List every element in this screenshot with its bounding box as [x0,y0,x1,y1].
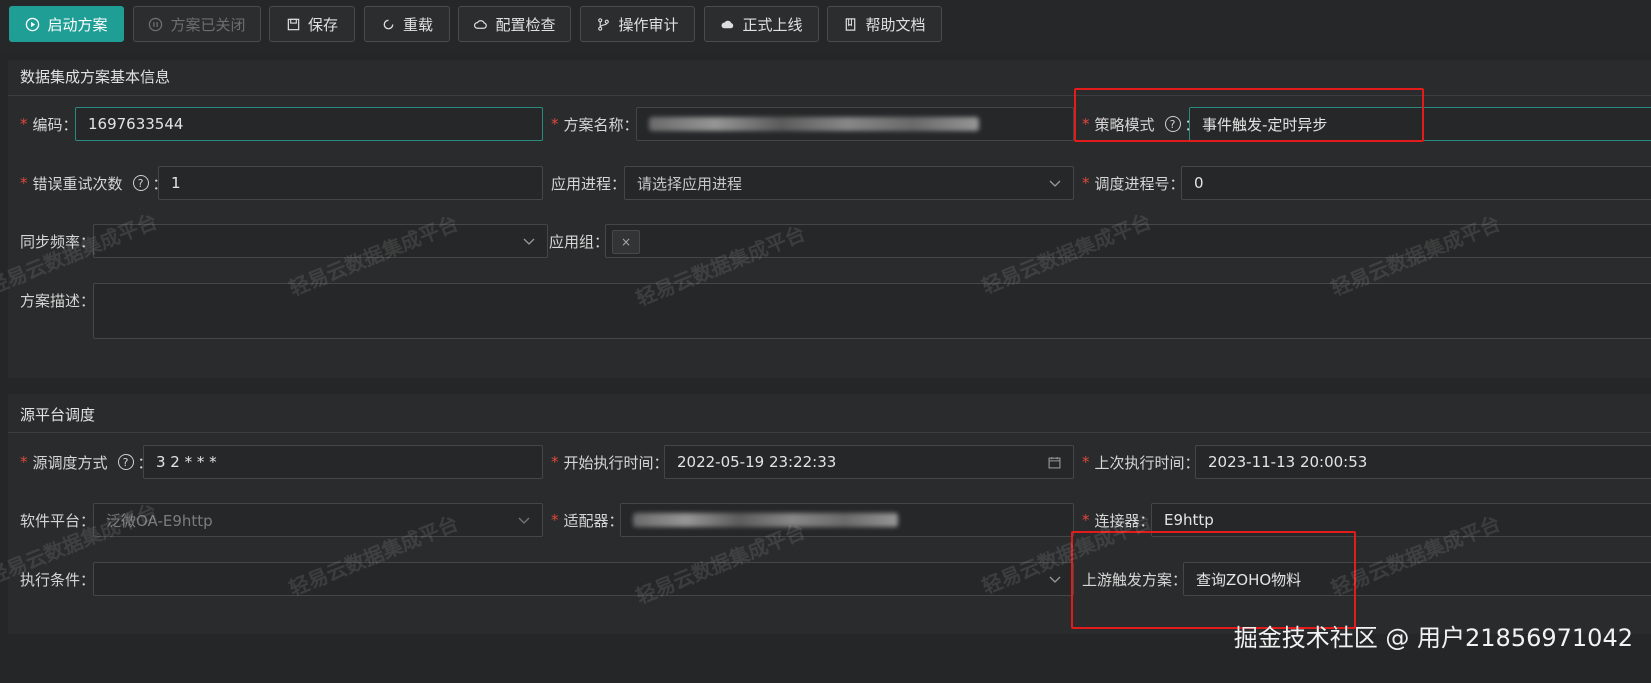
chevron-down-icon [518,517,530,524]
chevron-down-icon [1049,180,1061,187]
start-plan-button[interactable]: 启动方案 [9,6,124,42]
start-time-label: * 开始执行时间： [551,453,669,472]
code-label: * 编码： [20,115,78,134]
desc-label: 方案描述： [20,291,96,310]
plan-name-label: * 方案名称： [551,115,639,134]
save-label: 保存 [307,15,338,34]
code-input[interactable]: 1697633544 [75,107,543,141]
source-method-label: *源调度方式?： [20,445,153,479]
app-group-label: 应用组： [549,232,610,251]
save-icon [287,18,300,30]
schedule-input[interactable]: 0 [1181,166,1651,200]
reload-label: 重载 [402,15,433,34]
help-icon[interactable]: ? [117,454,134,470]
help-doc-button[interactable]: 帮助文档 [827,6,942,42]
schedule-label: * 调度进程号： [1082,174,1185,193]
config-check-button[interactable]: 配置检查 [458,6,571,42]
deploy-button[interactable]: 正式上线 [704,6,819,42]
exec-cond-select[interactable] [93,562,1074,596]
pause-circle-icon [149,17,163,31]
plan-name-input[interactable] [636,107,1074,141]
plan-closed-button[interactable]: 方案已关闭 [133,6,261,42]
app-process-select[interactable]: 请选择应用进程 [624,166,1074,200]
chevron-down-icon [1049,576,1061,583]
help-doc-label: 帮助文档 [865,15,926,34]
app-process-placeholder: 请选择应用进程 [637,174,743,193]
strategy-highlight-box [1074,88,1424,142]
start-plan-label: 启动方案 [47,15,108,34]
corner-watermark: 掘金技术社区 @ 用户21856971042 [1233,624,1633,652]
plan-closed-label: 方案已关闭 [170,15,246,34]
last-time-input[interactable]: 2023-11-13 20:00:53 [1195,445,1651,479]
adapter-redacted [633,513,898,527]
platform-select[interactable]: 泛微OA-E9http [93,503,543,537]
reload-icon [383,19,394,29]
source-schedule-divider [8,432,1651,433]
help-icon[interactable]: ? [132,175,149,191]
desc-textarea[interactable] [93,283,1651,339]
source-method-input[interactable]: 3 2 * * * [143,445,543,479]
start-time-input[interactable]: 2022-05-19 23:22:33 [664,445,1074,479]
calendar-icon[interactable] [1048,456,1061,469]
toolbar: 启动方案 方案已关闭 保存 重载 配置检查 操作审计 正式上线 帮助文档 [0,0,1651,52]
basic-info-title: 数据集成方案基本信息 [20,68,171,86]
app-process-label: 应用进程： [551,174,627,193]
start-time-value: 2022-05-19 23:22:33 [677,453,837,471]
app-group-tag[interactable]: × [612,230,640,254]
last-time-label: * 上次执行时间： [1082,453,1200,472]
close-icon[interactable]: × [621,235,631,249]
retry-label: *错误重试次数?： [20,166,168,200]
adapter-input[interactable] [620,503,1074,537]
deploy-label: 正式上线 [742,15,803,34]
play-circle-icon [26,17,40,31]
branch-icon [598,17,610,31]
chevron-down-icon [523,238,535,245]
operation-audit-label: 操作审计 [618,15,679,34]
adapter-label: * 适配器： [551,511,624,530]
cloud-icon [722,20,734,28]
cloud-check-icon [474,19,488,29]
reload-button[interactable]: 重载 [364,6,450,42]
source-schedule-title: 源平台调度 [20,406,96,424]
save-button[interactable]: 保存 [269,6,355,42]
config-check-label: 配置检查 [495,15,556,34]
plan-name-redacted [649,117,979,131]
operation-audit-button[interactable]: 操作审计 [580,6,695,42]
retry-input[interactable]: 1 [158,166,543,200]
sync-select[interactable] [93,224,548,258]
book-icon [846,17,856,31]
